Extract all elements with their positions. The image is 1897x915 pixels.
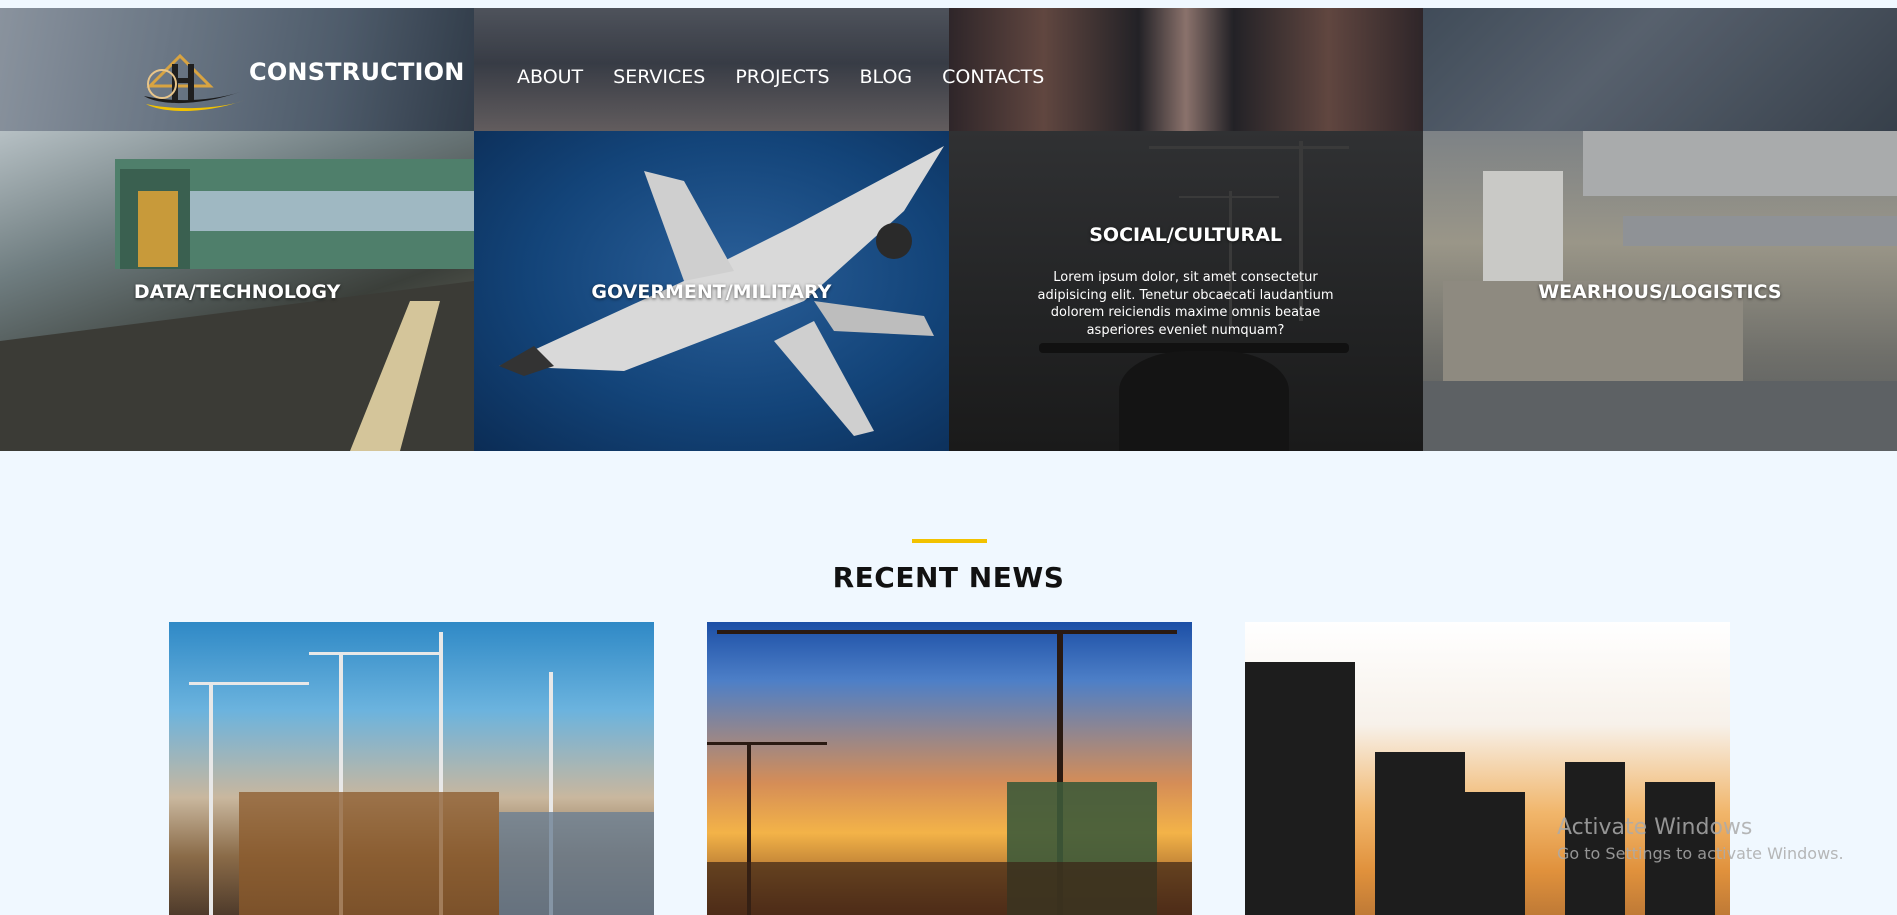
- category-tile-warehouse-logistics[interactable]: WEARHOUS/LOGISTICS: [1422, 131, 1897, 451]
- category-description-line: adipisicing elit. Tenetur obcaecati laud…: [1037, 287, 1334, 303]
- header-bg-tile-1: CONSTRUCTION: [0, 8, 475, 131]
- site-header: CONSTRUCTION ABOUT SERVICES PROJECTS BLO…: [0, 8, 1897, 131]
- section-accent-line: [912, 539, 987, 543]
- nav-about[interactable]: ABOUT: [517, 66, 583, 88]
- category-tile-government-military[interactable]: GOVERMENT/MILITARY: [474, 131, 949, 451]
- construction-logo-icon[interactable]: [140, 46, 250, 116]
- news-card-image-3[interactable]: [1245, 622, 1730, 915]
- brand-name[interactable]: CONSTRUCTION: [249, 58, 465, 86]
- category-description-line: asperiores eveniet numquam?: [1086, 322, 1285, 338]
- category-title: GOVERMENT/MILITARY: [591, 281, 832, 303]
- section-title: RECENT NEWS: [832, 561, 1065, 594]
- category-tile-social-cultural[interactable]: SOCIAL/CULTURAL Lorem ipsum dolor, sit a…: [948, 131, 1423, 451]
- news-card-image-1[interactable]: [169, 622, 654, 915]
- category-tile-data-technology[interactable]: DATA/TECHNOLOGY: [0, 131, 475, 451]
- category-description-line: dolorem reiciendis maxime omnis beatae: [1050, 305, 1321, 320]
- category-grid: DATA/TECHNOLOGY GOVERMENT/MILITARY SOCIA…: [0, 131, 1897, 451]
- sunset-crane-image: [707, 630, 1192, 915]
- category-description: Lorem ipsum dolor, sit amet consectetur …: [1024, 269, 1348, 339]
- windows-activation-watermark: Activate Windows Go to Settings to activ…: [1557, 815, 1844, 863]
- news-card-image-2[interactable]: [707, 622, 1192, 915]
- hand-image: [1118, 351, 1289, 451]
- watermark-title: Activate Windows: [1557, 815, 1753, 840]
- header-bg-tile-4: [1422, 8, 1897, 131]
- nav-projects[interactable]: PROJECTS: [735, 66, 829, 88]
- cranes-building-image: [189, 632, 654, 915]
- category-title: WEARHOUS/LOGISTICS: [1538, 281, 1782, 303]
- nav-contacts[interactable]: CONTACTS: [942, 66, 1044, 88]
- watermark-subtitle: Go to Settings to activate Windows.: [1557, 844, 1844, 863]
- category-description-line: Lorem ipsum dolor, sit amet consectetur: [1053, 270, 1318, 285]
- main-nav: ABOUT SERVICES PROJECTS BLOG CONTACTS: [517, 66, 1074, 88]
- concrete-frames-image: [1245, 662, 1715, 915]
- nav-services[interactable]: SERVICES: [613, 66, 705, 88]
- nav-blog[interactable]: BLOG: [860, 66, 913, 88]
- category-title: SOCIAL/CULTURAL: [1089, 224, 1282, 246]
- category-title: DATA/TECHNOLOGY: [133, 281, 341, 303]
